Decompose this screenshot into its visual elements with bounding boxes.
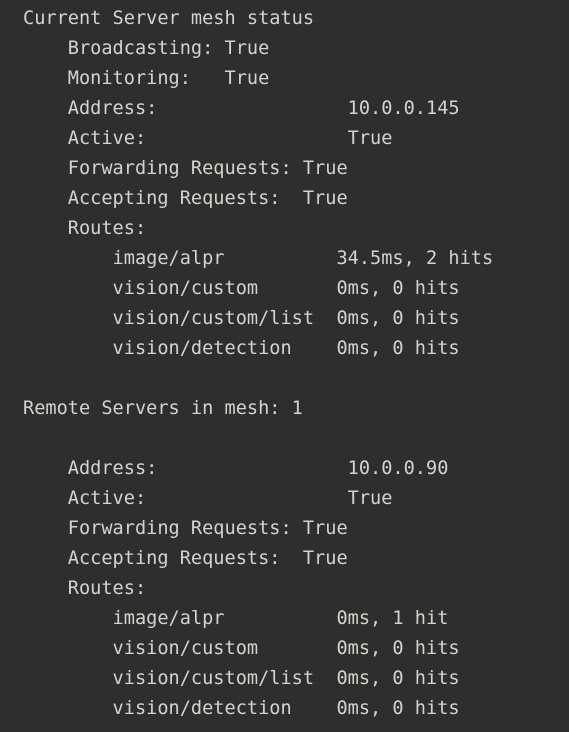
remote-routes-label-line: Routes: — [23, 578, 147, 599]
field-line-active: Active: True — [23, 128, 393, 149]
route-line-vision-custom: vision/custom 0ms, 0 hits — [23, 278, 460, 299]
route-line-vision-custom-list: vision/custom/list 0ms, 0 hits — [23, 308, 460, 329]
field-line-accepting-requests: Accepting Requests: True — [23, 188, 348, 209]
field-line-forwarding-requests: Forwarding Requests: True — [23, 158, 348, 179]
remote-route-line-vision-custom: vision/custom 0ms, 0 hits — [23, 638, 460, 659]
remote-field-line-address: Address: 10.0.0.90 — [23, 458, 449, 479]
status-header-line: Current Server mesh status — [23, 8, 315, 29]
remote-field-line-accepting-requests: Accepting Requests: True — [23, 548, 348, 569]
console-output: Current Server mesh status Broadcasting:… — [0, 4, 569, 724]
remote-route-line-vision-custom-list: vision/custom/list 0ms, 0 hits — [23, 668, 460, 689]
field-line-broadcasting: Broadcasting: True — [23, 38, 270, 59]
remote-field-line-active: Active: True — [23, 488, 393, 509]
terminal-window[interactable]: Current Server mesh status Broadcasting:… — [0, 0, 569, 732]
route-line-vision-detection: vision/detection 0ms, 0 hits — [23, 338, 460, 359]
remote-servers-header-line: Remote Servers in mesh: 1 — [23, 398, 303, 419]
remote-route-line-image-alpr: image/alpr 0ms, 1 hit — [23, 608, 449, 629]
routes-label-line: Routes: — [23, 218, 147, 239]
remote-route-line-vision-detection: vision/detection 0ms, 0 hits — [23, 698, 460, 719]
field-line-monitoring: Monitoring: True — [23, 68, 270, 89]
route-line-image-alpr: image/alpr 34.5ms, 2 hits — [23, 248, 494, 269]
field-line-address: Address: 10.0.0.145 — [23, 98, 460, 119]
remote-field-line-forwarding-requests: Forwarding Requests: True — [23, 518, 348, 539]
